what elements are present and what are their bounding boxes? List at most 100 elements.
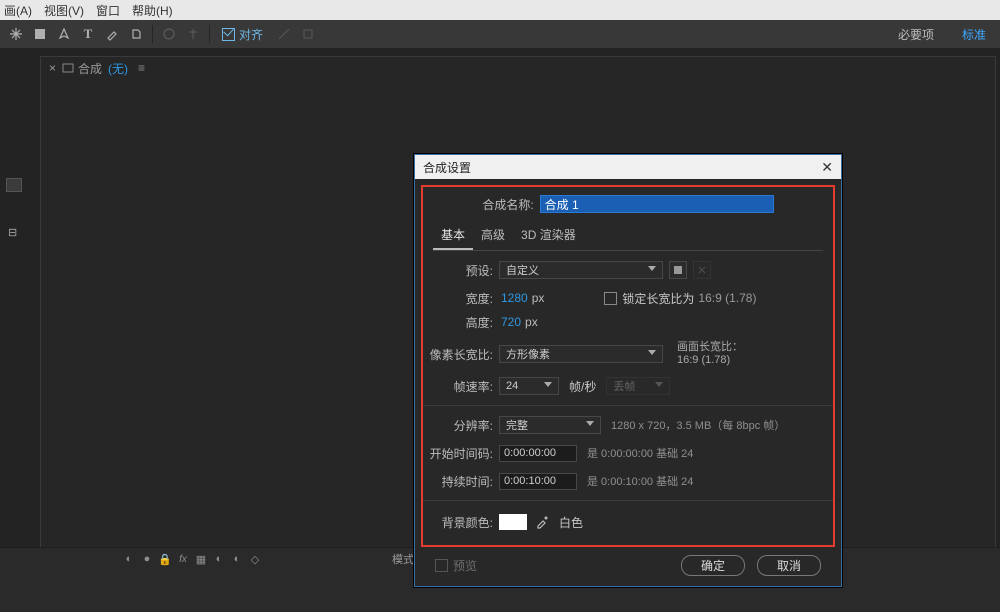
close-tab-icon[interactable]: × — [49, 61, 56, 75]
tab-advanced[interactable]: 高级 — [473, 223, 513, 250]
width-input[interactable]: 1280 — [501, 291, 528, 305]
tab-3d-renderer[interactable]: 3D 渲染器 — [513, 223, 584, 250]
resolution-label: 分辨率: — [447, 417, 493, 434]
switch-3d-icon[interactable]: ◇ — [248, 552, 262, 566]
menu-view[interactable]: 视图(V) — [44, 2, 84, 19]
switch-lock-icon[interactable]: 🔒 — [158, 552, 172, 566]
bg-color-swatch[interactable] — [499, 514, 527, 530]
preset-dropdown[interactable]: 自定义 — [499, 261, 663, 279]
viewer-tab[interactable]: × 合成 (无) ≡ — [49, 57, 143, 79]
panel-swatch-icon — [6, 178, 22, 192]
height-unit: px — [525, 315, 538, 329]
comp-name-value: 合成 1 — [545, 196, 579, 213]
checkmark-icon — [222, 28, 235, 41]
brush-tool-icon[interactable] — [101, 23, 123, 45]
switch-fx-icon[interactable]: fx — [176, 552, 190, 566]
flowchart-icon[interactable]: ⊟ — [8, 226, 26, 239]
fps-dropdown[interactable]: 24 — [499, 377, 559, 395]
tab-basic[interactable]: 基本 — [433, 223, 473, 250]
comp-icon — [62, 62, 74, 74]
highlight-frame: 合成名称: 合成 1 基本 高级 3D 渲染器 预设: 自定义 — [421, 185, 835, 547]
workspace-essentials[interactable]: 必要项 — [884, 20, 948, 48]
toolbar: T 对齐 必要项 标准 — [0, 20, 1000, 49]
snapping-options-icon[interactable] — [273, 23, 295, 45]
chevron-down-icon — [586, 421, 594, 426]
clone-tool-icon[interactable] — [125, 23, 147, 45]
shape-tool-icon[interactable] — [29, 23, 51, 45]
chevron-down-icon — [648, 266, 656, 271]
fps-unit: 帧/秒 — [569, 378, 596, 395]
chevron-down-icon — [648, 350, 656, 355]
dialog-title: 合成设置 — [423, 159, 471, 176]
par-label: 像素长宽比: — [423, 346, 493, 363]
height-input[interactable]: 720 — [501, 315, 521, 329]
composition-settings-dialog: 合成设置 ✕ 合成名称: 合成 1 基本 高级 3D 渲染器 预设: 自定义 — [414, 154, 842, 587]
resolution-value: 完整 — [506, 417, 528, 433]
switch-mb-icon[interactable]: ◐ — [212, 552, 226, 566]
preset-value: 自定义 — [506, 262, 539, 278]
rotobrush-tool-icon[interactable] — [158, 23, 180, 45]
start-tc-hint: 是 0:00:00:00 基础 24 — [587, 445, 693, 461]
par-value: 方形像素 — [506, 346, 550, 362]
menu-animation[interactable]: 画(A) — [4, 2, 32, 19]
save-preset-icon[interactable] — [669, 261, 687, 279]
preset-label: 预设: — [447, 262, 493, 279]
viewer-tab-label: 合成 — [78, 60, 102, 77]
left-panel: ⊟ — [0, 48, 26, 612]
duration-hint: 是 0:00:10:00 基础 24 — [587, 473, 693, 489]
snapping-options2-icon[interactable] — [297, 23, 319, 45]
bg-color-label: 背景颜色: — [423, 514, 493, 531]
dar-label: 画面长宽比： — [677, 341, 743, 354]
fps-label: 帧速率: — [447, 378, 493, 395]
close-icon[interactable]: ✕ — [821, 159, 833, 176]
fps-value: 24 — [506, 380, 518, 392]
resolution-hint: 1280 x 720，3.5 MB（每 8bpc 帧） — [611, 417, 785, 433]
pan-behind-tool-icon[interactable] — [5, 23, 27, 45]
panel-menu-icon[interactable]: ≡ — [138, 61, 143, 75]
dar-value: 16:9 (1.78) — [677, 354, 743, 367]
type-tool-icon[interactable]: T — [77, 23, 99, 45]
menu-help[interactable]: 帮助(H) — [132, 2, 173, 19]
preview-label: 预览 — [453, 557, 477, 574]
start-tc-value: 0:00:00:00 — [504, 447, 556, 459]
width-unit: px — [532, 291, 545, 305]
chevron-down-icon — [544, 382, 552, 387]
cancel-button[interactable]: 取消 — [757, 555, 821, 576]
duration-label: 持续时间: — [423, 473, 493, 490]
snap-label: 对齐 — [239, 26, 263, 43]
ok-button[interactable]: 确定 — [681, 555, 745, 576]
width-label: 宽度: — [447, 290, 493, 307]
col-mode[interactable]: 模式 — [392, 551, 414, 567]
comp-name-label: 合成名称: — [482, 196, 533, 213]
snap-checkbox[interactable]: 对齐 — [222, 26, 263, 43]
dropframe-value: 丢帧 — [613, 378, 635, 394]
height-label: 高度: — [447, 314, 493, 331]
eyedropper-icon[interactable] — [535, 515, 549, 529]
switch-eye-icon[interactable]: ◐ — [122, 552, 136, 566]
lock-aspect-ratio: 16:9 (1.78) — [698, 291, 756, 305]
pen-tool-icon[interactable] — [53, 23, 75, 45]
viewer-tab-null: (无) — [108, 60, 128, 77]
resolution-dropdown-dlg[interactable]: 完整 — [499, 416, 601, 434]
menu-window[interactable]: 窗口 — [96, 2, 120, 19]
start-tc-label: 开始时间码: — [423, 445, 493, 462]
bg-color-name: 白色 — [559, 514, 583, 531]
puppet-tool-icon[interactable] — [182, 23, 204, 45]
lock-aspect-label: 锁定长宽比为 — [622, 290, 694, 307]
start-tc-input[interactable]: 0:00:00:00 — [499, 445, 577, 462]
switch-solo-icon[interactable]: ● — [140, 552, 154, 566]
switch-shy-icon[interactable]: ▦ — [194, 552, 208, 566]
chevron-down-icon — [655, 382, 663, 387]
workspace-standard[interactable]: 标准 — [948, 20, 1000, 48]
menubar: 画(A) 视图(V) 窗口 帮助(H) — [0, 0, 1000, 20]
duration-value: 0:00:10:00 — [504, 475, 556, 487]
preview-checkbox[interactable]: 预览 — [435, 557, 477, 574]
comp-name-input[interactable]: 合成 1 — [540, 195, 774, 213]
dialog-titlebar[interactable]: 合成设置 ✕ — [415, 155, 841, 179]
lock-aspect-checkbox[interactable] — [604, 292, 617, 305]
duration-input[interactable]: 0:00:10:00 — [499, 473, 577, 490]
delete-preset-icon[interactable] — [693, 261, 711, 279]
switch-adj-icon[interactable]: ◐ — [230, 552, 244, 566]
par-dropdown[interactable]: 方形像素 — [499, 345, 663, 363]
dropframe-dropdown: 丢帧 — [606, 377, 670, 395]
